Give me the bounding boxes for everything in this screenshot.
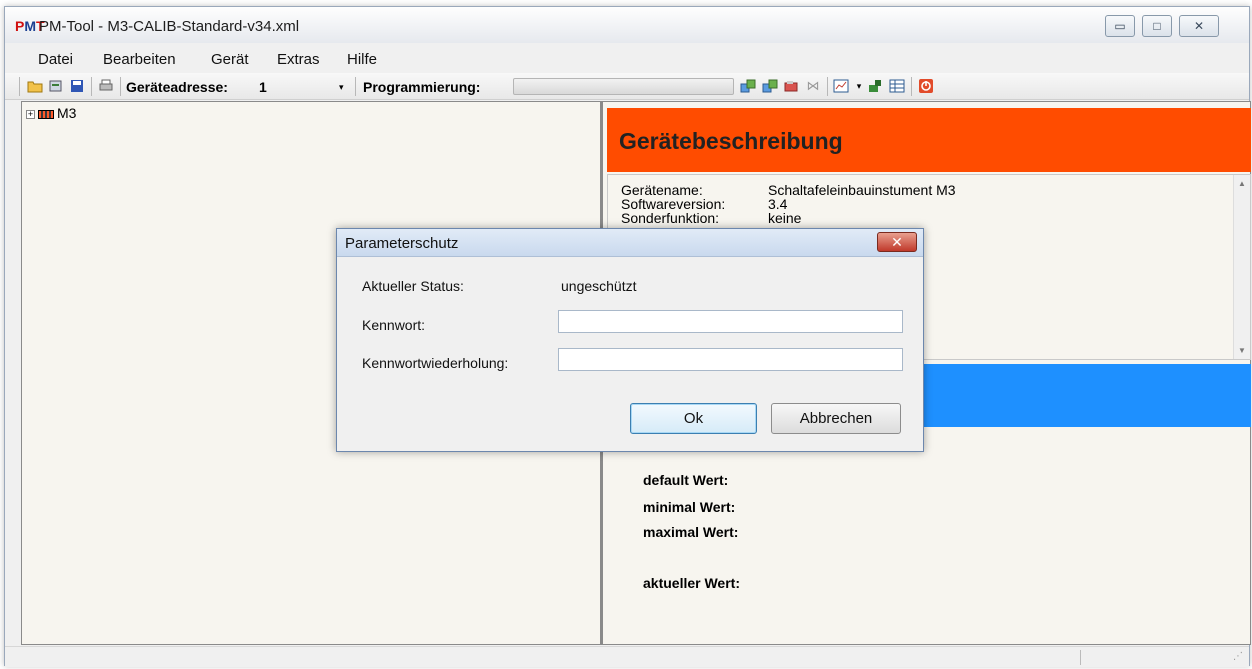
tree-item-label: M3 bbox=[57, 105, 77, 121]
ok-button[interactable]: Ok bbox=[630, 403, 757, 434]
address-label: Geräteadresse: bbox=[126, 79, 228, 95]
window-title: PM-Tool - M3-CALIB-Standard-v34.xml bbox=[39, 18, 300, 35]
toolbar-grip bbox=[19, 77, 20, 96]
save-icon[interactable] bbox=[69, 78, 85, 94]
description-header: Gerätebeschreibung bbox=[607, 108, 1251, 172]
dropdown-icon[interactable]: ▾ bbox=[851, 78, 867, 94]
expand-icon[interactable]: + bbox=[26, 109, 35, 119]
default-value-label: default Wert: bbox=[643, 472, 729, 488]
chevron-down-icon[interactable]: ▾ bbox=[339, 82, 344, 93]
app-logo: PMT bbox=[15, 18, 45, 34]
menu-geraet[interactable]: Gerät bbox=[211, 51, 249, 68]
resize-grip-icon[interactable]: ⋰ bbox=[1233, 651, 1243, 662]
current-value-label: aktueller Wert: bbox=[643, 575, 740, 591]
menu-hilfe[interactable]: Hilfe bbox=[347, 51, 377, 68]
max-value-label: maximal Wert: bbox=[643, 524, 739, 540]
description-title: Gerätebeschreibung bbox=[619, 128, 843, 154]
programming-label: Programmierung: bbox=[363, 79, 481, 95]
table-icon[interactable] bbox=[889, 78, 905, 94]
chart-icon[interactable] bbox=[833, 78, 849, 94]
toolbar: Geräteadresse: 1 ▾ Programmierung: ⋈ ▾ bbox=[5, 73, 1249, 100]
write-device-icon[interactable] bbox=[762, 78, 778, 94]
description-scrollbar[interactable]: ▲ ▼ bbox=[1233, 175, 1250, 359]
dialog-title-bar: Parameterschutz ✕ bbox=[337, 229, 923, 257]
dialog-title: Parameterschutz bbox=[345, 235, 459, 252]
device-icon bbox=[38, 109, 54, 119]
scroll-up-icon[interactable]: ▲ bbox=[1238, 179, 1246, 188]
calibrate-icon[interactable] bbox=[867, 78, 883, 94]
menu-extras[interactable]: Extras bbox=[277, 51, 320, 68]
minimize-button[interactable]: ▭ bbox=[1105, 15, 1135, 37]
programming-progress bbox=[513, 78, 734, 95]
password-input[interactable] bbox=[558, 310, 903, 333]
device-icon[interactable] bbox=[48, 78, 64, 94]
power-icon[interactable] bbox=[918, 78, 934, 94]
maximize-button[interactable]: □ bbox=[1142, 15, 1172, 37]
special-function-value: keine bbox=[768, 210, 802, 226]
menu-bar: Datei Bearbeiten Gerät Extras Hilfe bbox=[5, 47, 1249, 73]
tree-item-m3[interactable]: + M3 bbox=[26, 105, 76, 121]
special-function-label: Sonderfunktion: bbox=[621, 210, 720, 226]
status-label: Aktueller Status: bbox=[362, 278, 464, 294]
title-bar: PMT PM-Tool - M3-CALIB-Standard-v34.xml … bbox=[5, 7, 1249, 43]
print-icon[interactable] bbox=[98, 78, 114, 94]
address-select[interactable]: 1 bbox=[259, 79, 267, 95]
password-repeat-input[interactable] bbox=[558, 348, 903, 371]
menu-datei[interactable]: Datei bbox=[38, 51, 73, 68]
cancel-button[interactable]: Abbrechen bbox=[771, 403, 901, 434]
open-icon[interactable] bbox=[27, 78, 43, 94]
transfer-icon[interactable] bbox=[783, 78, 799, 94]
close-button[interactable]: ✕ bbox=[1179, 15, 1219, 37]
password-label: Kennwort: bbox=[362, 317, 426, 333]
read-device-icon[interactable] bbox=[740, 78, 756, 94]
status-value: ungeschützt bbox=[561, 278, 637, 294]
connect-icon[interactable]: ⋈ bbox=[805, 78, 821, 94]
min-value-label: minimal Wert: bbox=[643, 499, 736, 515]
menu-bearbeiten[interactable]: Bearbeiten bbox=[103, 51, 176, 68]
scroll-down-icon[interactable]: ▼ bbox=[1238, 346, 1246, 355]
dialog-close-button[interactable]: ✕ bbox=[877, 232, 917, 252]
password-repeat-label: Kennwortwiederholung: bbox=[362, 355, 509, 371]
parameter-protection-dialog: Parameterschutz ✕ Aktueller Status: unge… bbox=[336, 228, 924, 452]
status-bar: ⋰ bbox=[5, 646, 1249, 667]
device-name-value: Schaltafeleinbauinstument M3 bbox=[768, 182, 956, 198]
